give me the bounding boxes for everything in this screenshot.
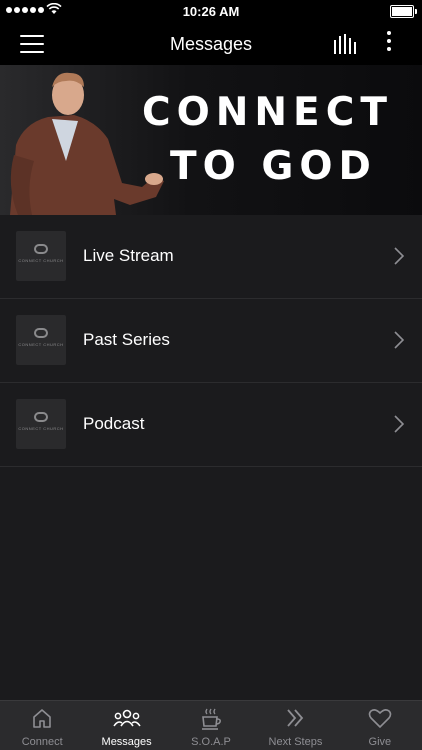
chevron-right-icon: [394, 247, 404, 265]
app-screen: 10:26 AM Messages CONNECT TO GOD CONNECT…: [0, 0, 422, 750]
speaker-photo: [10, 72, 164, 215]
hero-banner: CONNECT TO GOD: [0, 65, 422, 215]
connect-church-thumbnail: CONNECT CHURCH: [16, 231, 66, 281]
status-time: 10:26 AM: [182, 4, 240, 19]
tab-label: S.O.A.P: [191, 736, 231, 748]
church-logo-icon: [34, 412, 48, 422]
coffee-cup-icon: [202, 708, 221, 730]
connect-church-thumbnail: CONNECT CHURCH: [16, 399, 66, 449]
hero-title-line-1: CONNECT: [142, 90, 393, 135]
equalizer-bars-icon[interactable]: [333, 34, 357, 54]
tab-messages[interactable]: Messages: [84, 701, 168, 750]
list-item-past-series[interactable]: CONNECT CHURCH Past Series: [0, 299, 422, 383]
list-item-label: Past Series: [83, 330, 170, 349]
more-options-icon[interactable]: [384, 31, 394, 55]
status-bar: 10:26 AM: [0, 0, 422, 22]
tab-give[interactable]: Give: [338, 701, 422, 750]
hero-title-line-2: TO GOD: [170, 144, 377, 189]
list-item-label: Podcast: [83, 414, 145, 433]
nav-bar: Messages: [0, 22, 422, 65]
connect-church-thumbnail: CONNECT CHURCH: [16, 315, 66, 365]
list-item-live-stream[interactable]: CONNECT CHURCH Live Stream: [0, 215, 422, 299]
list-item-label: Live Stream: [83, 246, 174, 265]
heart-icon: [368, 709, 392, 728]
tab-connect[interactable]: Connect: [0, 701, 84, 750]
tab-label: Messages: [101, 736, 152, 748]
people-icon: [112, 709, 141, 727]
battery-icon: [390, 5, 417, 18]
thumbnail-text: CONNECT CHURCH: [18, 426, 64, 431]
tab-next-steps[interactable]: Next Steps: [253, 701, 337, 750]
tab-label: Connect: [21, 736, 63, 748]
home-icon: [33, 709, 52, 728]
church-logo-icon: [34, 328, 48, 338]
tab-bar: Connect Messages S.O.A.P Next Steps Give: [0, 700, 422, 750]
messages-list: CONNECT CHURCH Live Stream CONNECT CHURC…: [0, 215, 422, 467]
tab-label: Next Steps: [268, 736, 323, 748]
chevron-right-icon: [394, 331, 404, 349]
page-title: Messages: [169, 34, 253, 54]
church-logo-icon: [34, 244, 48, 254]
list-item-podcast[interactable]: CONNECT CHURCH Podcast: [0, 383, 422, 467]
thumbnail-text: CONNECT CHURCH: [18, 342, 64, 347]
thumbnail-text: CONNECT CHURCH: [18, 258, 64, 263]
chevron-right-icon: [394, 415, 404, 433]
double-chevron-right-icon: [287, 709, 304, 727]
tab-soap[interactable]: S.O.A.P: [169, 701, 253, 750]
tab-label: Give: [368, 736, 392, 748]
